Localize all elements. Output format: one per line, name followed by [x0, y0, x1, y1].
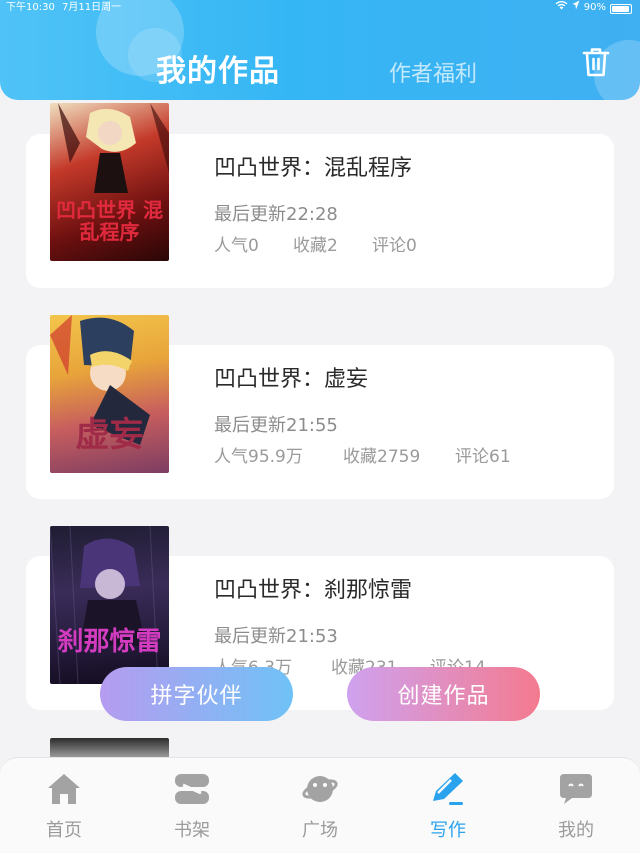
- trash-button[interactable]: [576, 44, 616, 84]
- top-header: 下午10:30 7月11日周一 90% 我的作品 作者福利: [0, 0, 640, 100]
- comments-count: 评论0: [372, 236, 417, 256]
- tab-my-works[interactable]: 我的作品: [156, 46, 280, 90]
- chat-bubble-icon: [556, 770, 596, 808]
- book-updated: 最后更新21:55: [214, 415, 338, 436]
- nav-item-bookshelf[interactable]: 书架: [152, 770, 232, 850]
- book-cover[interactable]: 刹那惊雷: [50, 526, 169, 684]
- planet-icon: [300, 770, 340, 808]
- comments-count: 评论61: [455, 447, 511, 467]
- location-icon: [572, 0, 580, 16]
- trash-icon: [581, 46, 611, 82]
- cover-title: 凹凸世界 混乱程序: [56, 198, 163, 244]
- status-date: 7月11日周一: [62, 2, 122, 13]
- nav-label: 广场: [302, 820, 338, 841]
- tab-author-benefits[interactable]: 作者福利: [389, 56, 477, 88]
- nav-item-mine[interactable]: 我的: [536, 770, 616, 850]
- pen-icon: [428, 770, 468, 808]
- partner-button[interactable]: 拼字伙伴: [100, 667, 293, 721]
- popularity-count: 人气0: [214, 236, 259, 256]
- battery-percent: 90%: [583, 2, 606, 13]
- book-title[interactable]: 凹凸世界：刹那惊雷: [214, 572, 412, 604]
- book-cover[interactable]: 虚妄: [50, 315, 169, 473]
- home-icon: [44, 770, 84, 808]
- popularity-count: 人气95.9万: [214, 447, 303, 467]
- nav-label: 书架: [174, 820, 210, 841]
- book-title[interactable]: 凹凸世界：混乱程序: [214, 150, 412, 182]
- wifi-icon: [555, 0, 568, 16]
- nav-label: 写作: [430, 820, 466, 841]
- battery-icon: [610, 3, 632, 14]
- create-work-button[interactable]: 创建作品: [347, 667, 540, 721]
- status-indicators: 90%: [555, 0, 632, 16]
- nav-item-home[interactable]: 首页: [24, 770, 104, 850]
- book-updated: 最后更新22:28: [214, 204, 338, 225]
- nav-label: 首页: [46, 820, 82, 841]
- status-time: 下午10:30: [6, 2, 55, 13]
- book-cover[interactable]: 凹凸世界 混乱程序: [50, 103, 169, 261]
- book-title[interactable]: 凹凸世界：虚妄: [214, 361, 368, 393]
- book-updated: 最后更新21:53: [214, 626, 338, 647]
- bookshelf-icon: [172, 770, 212, 808]
- favorites-count: 收藏2759: [343, 447, 421, 467]
- bottom-nav: 首页 书架 广场 写作 我的: [0, 757, 640, 853]
- status-bar: 下午10:30 7月11日周一 90%: [0, 0, 640, 18]
- nav-item-plaza[interactable]: 广场: [280, 770, 360, 850]
- nav-label: 我的: [558, 820, 594, 841]
- cover-title: 刹那惊雷: [57, 627, 162, 657]
- favorites-count: 收藏2: [293, 236, 338, 256]
- cover-title: 虚妄: [75, 415, 144, 455]
- nav-item-write[interactable]: 写作: [408, 770, 488, 850]
